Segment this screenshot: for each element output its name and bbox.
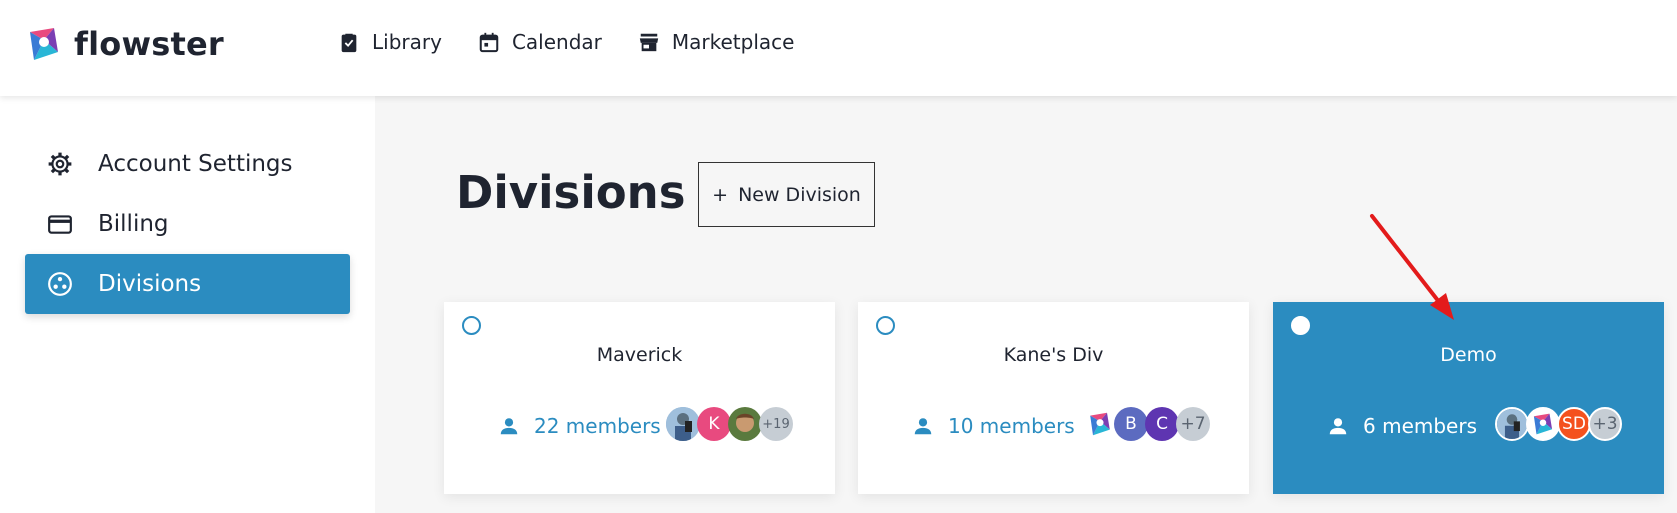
brand-name: flowster — [74, 25, 224, 63]
member-count: 6 members — [1327, 414, 1477, 438]
flowster-logo[interactable]: flowster — [24, 24, 224, 64]
avatar-overflow-count: +7 — [1176, 407, 1210, 441]
sidebar-item-label: Billing — [98, 211, 169, 237]
avatar — [728, 407, 762, 441]
gear-icon — [48, 152, 72, 176]
nav-marketplace-label: Marketplace — [671, 30, 795, 54]
member-avatars: K +19 — [666, 407, 793, 441]
radio-button[interactable] — [462, 316, 481, 335]
page-title: Divisions — [456, 166, 686, 219]
member-avatars: B C +7 — [1083, 407, 1210, 441]
division-card-demo[interactable]: Demo 6 members SD +3 — [1273, 302, 1664, 494]
sidebar-item-divisions[interactable]: Divisions — [25, 254, 350, 314]
sidebar-item-billing[interactable]: Billing — [25, 194, 350, 254]
user-icon — [500, 418, 518, 435]
member-count-label: 22 members — [534, 414, 661, 438]
avatar — [666, 407, 700, 441]
settings-sidebar: Account Settings Billing Divisions — [0, 96, 375, 513]
new-division-label: New Division — [738, 183, 861, 206]
division-name: Demo — [1440, 344, 1497, 366]
nav-calendar[interactable]: Calendar — [478, 30, 602, 54]
radio-button[interactable] — [876, 316, 895, 335]
member-count-label: 6 members — [1363, 414, 1477, 438]
calendar-icon — [479, 32, 499, 53]
avatar: B — [1114, 407, 1148, 441]
division-card-maverick[interactable]: Maverick 22 members K +19 — [444, 302, 835, 494]
member-avatars: SD +3 — [1495, 407, 1622, 441]
user-icon — [1329, 418, 1347, 435]
avatar-overflow-count: +3 — [1588, 407, 1622, 441]
sidebar-item-label: Account Settings — [98, 151, 293, 177]
avatar: C — [1145, 407, 1179, 441]
flowster-logo-icon — [30, 28, 58, 60]
divisions-icon — [48, 272, 72, 296]
member-count: 10 members — [912, 414, 1075, 438]
sidebar-item-account-settings[interactable]: Account Settings — [25, 134, 350, 194]
avatar-overflow-count: +19 — [759, 407, 793, 441]
avatar: SD — [1557, 407, 1591, 441]
avatar — [1495, 407, 1529, 441]
nav-library-label: Library — [372, 30, 442, 54]
store-icon — [639, 33, 659, 52]
member-count-label: 10 members — [948, 414, 1075, 438]
division-card-kanes-div[interactable]: Kane's Div 10 members B C +7 — [858, 302, 1249, 494]
nav-calendar-label: Calendar — [511, 30, 602, 54]
nav-marketplace[interactable]: Marketplace — [638, 30, 795, 54]
nav-library[interactable]: Library — [338, 30, 442, 54]
member-count: 22 members — [498, 414, 661, 438]
main-nav: Library Calendar Marketplace — [338, 30, 794, 54]
sidebar-item-label: Divisions — [98, 271, 202, 297]
division-name: Maverick — [596, 344, 683, 366]
flowster-logo-avatar — [1083, 407, 1117, 441]
user-icon — [914, 418, 932, 435]
plus-icon: + — [712, 183, 729, 206]
division-name: Kane's Div — [1003, 344, 1104, 366]
top-navbar: flowster Library Calendar Marketplace — [0, 0, 1677, 96]
radio-button-selected[interactable] — [1291, 316, 1310, 335]
new-division-button[interactable]: + New Division — [698, 162, 875, 227]
avatar: K — [697, 407, 731, 441]
credit-card-icon — [48, 215, 72, 234]
flowster-logo-avatar — [1526, 407, 1560, 441]
clipboard-check-icon — [341, 33, 357, 53]
